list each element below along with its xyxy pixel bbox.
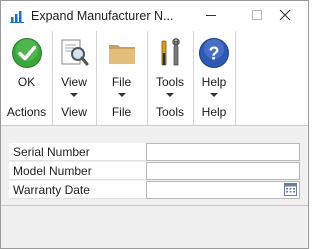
tools-dropdown-arrow-icon: [166, 93, 174, 97]
ribbon-group-actions: OK Actions: [1, 31, 53, 125]
serial-number-label: Serial Number: [9, 143, 146, 161]
window-title: Expand Manufacturer N...: [31, 9, 174, 23]
file-label: File: [111, 75, 132, 89]
group-label-actions: Actions: [6, 105, 47, 119]
close-button[interactable]: [262, 1, 308, 31]
warranty-date-label: Warranty Date: [9, 181, 146, 199]
form-area: Serial Number Model Number Warranty Date: [1, 126, 308, 248]
view-label: View: [61, 75, 87, 89]
tools-button[interactable]: Tools: [147, 33, 193, 101]
minimize-icon: [206, 15, 216, 16]
app-chart-icon: [10, 11, 24, 23]
svg-text:?: ?: [209, 44, 220, 64]
help-label: Help: [201, 75, 227, 89]
ribbon-group-file: File File: [96, 31, 148, 125]
ribbon-group-tools: Tools Tools: [147, 31, 194, 125]
form-bottom-divider: [1, 205, 308, 206]
title-bar[interactable]: Expand Manufacturer N...: [1, 1, 308, 31]
minimize-button[interactable]: [188, 1, 234, 31]
model-number-label: Model Number: [9, 162, 146, 180]
ok-button[interactable]: OK: [1, 33, 52, 101]
ribbon-group-help: ? Help Help: [193, 31, 236, 125]
tools-icon: [161, 38, 180, 66]
close-icon: [279, 9, 291, 21]
file-dropdown-arrow-icon: [117, 93, 126, 97]
group-label-tools: Tools: [155, 105, 184, 119]
help-question-icon: ?: [199, 38, 229, 68]
ok-label: OK: [17, 75, 36, 89]
group-label-file: File: [111, 105, 132, 119]
model-number-row: Model Number: [9, 162, 300, 180]
ok-check-icon: [11, 38, 42, 68]
view-dropdown-arrow-icon: [70, 93, 78, 97]
view-button[interactable]: View: [52, 33, 96, 101]
tools-label: Tools: [155, 75, 184, 89]
group-label-help: Help: [201, 105, 227, 119]
folder-icon: [108, 45, 135, 64]
serial-number-row: Serial Number: [9, 143, 300, 161]
calendar-icon[interactable]: [284, 183, 297, 196]
ribbon-group-view: View View: [52, 31, 97, 125]
warranty-date-input[interactable]: [146, 181, 300, 199]
window: Expand Manufacturer N... OK Actions View…: [0, 0, 309, 249]
model-number-input[interactable]: [146, 162, 300, 180]
file-button[interactable]: File: [96, 33, 147, 101]
group-label-view: View: [61, 105, 87, 119]
help-button[interactable]: ? Help: [193, 33, 235, 101]
ribbon: OK Actions View View File File Tools Too…: [1, 31, 308, 126]
warranty-date-row: Warranty Date: [9, 181, 300, 199]
serial-number-input[interactable]: [146, 143, 300, 161]
help-dropdown-arrow-icon: [210, 93, 218, 97]
view-magnifier-icon: [61, 39, 89, 66]
